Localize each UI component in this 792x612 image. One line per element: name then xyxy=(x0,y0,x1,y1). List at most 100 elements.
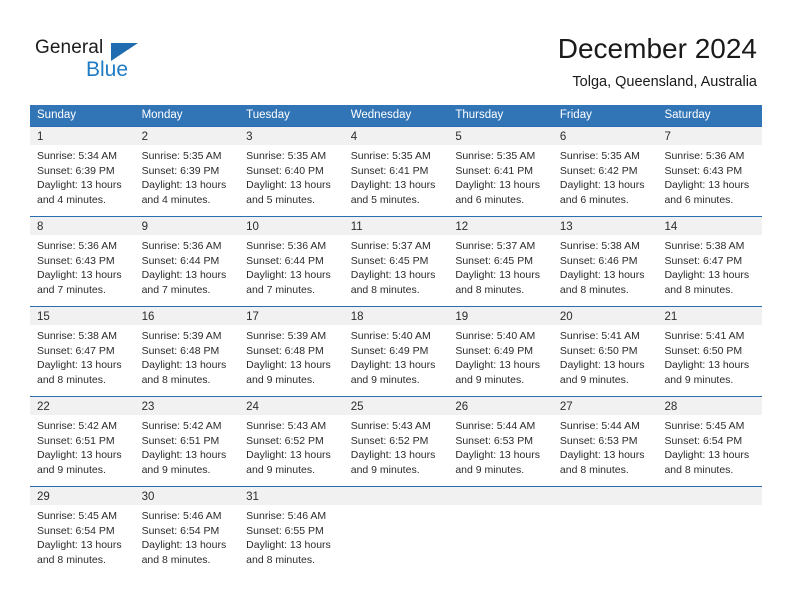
day-details: Sunrise: 5:40 AM Sunset: 6:49 PM Dayligh… xyxy=(344,325,449,387)
day-cell[interactable]: 15 Sunrise: 5:38 AM Sunset: 6:47 PM Dayl… xyxy=(30,306,135,396)
daylight-text-line1: Daylight: 13 hours xyxy=(455,179,540,192)
day-cell[interactable]: 4 Sunrise: 5:35 AM Sunset: 6:41 PM Dayli… xyxy=(343,126,449,216)
daylight-text-line1: Daylight: 13 hours xyxy=(37,359,122,372)
day-cell[interactable]: 26 Sunrise: 5:44 AM Sunset: 6:53 PM Dayl… xyxy=(448,396,553,486)
day-details: Sunrise: 5:41 AM Sunset: 6:50 PM Dayligh… xyxy=(657,325,762,387)
daylight-text-line1: Daylight: 13 hours xyxy=(455,359,540,372)
day-number-bar: 15 xyxy=(30,307,135,325)
sunrise-text: Sunrise: 5:38 AM xyxy=(37,330,117,342)
day-cell[interactable]: 6 Sunrise: 5:35 AM Sunset: 6:42 PM Dayli… xyxy=(552,126,658,216)
day-cell[interactable]: 31 Sunrise: 5:46 AM Sunset: 6:55 PM Dayl… xyxy=(239,486,344,576)
day-details: Sunrise: 5:36 AM Sunset: 6:44 PM Dayligh… xyxy=(239,235,344,297)
daylight-text-line1: Daylight: 13 hours xyxy=(664,179,750,192)
day-cell[interactable]: 19 Sunrise: 5:40 AM Sunset: 6:49 PM Dayl… xyxy=(448,306,553,396)
day-cell[interactable]: 3 Sunrise: 5:35 AM Sunset: 6:40 PM Dayli… xyxy=(239,126,344,216)
general-blue-logo[interactable]: General Blue xyxy=(35,37,175,83)
day-cell[interactable]: 1 Sunrise: 5:34 AM Sunset: 6:39 PM Dayli… xyxy=(30,126,135,216)
day-number: 31 xyxy=(246,491,259,503)
week-row: 15 Sunrise: 5:38 AM Sunset: 6:47 PM Dayl… xyxy=(30,306,763,396)
sunrise-text: Sunrise: 5:40 AM xyxy=(350,330,431,342)
day-number: 28 xyxy=(664,401,678,413)
daylight-text-line2: and 9 minutes. xyxy=(664,373,734,386)
day-cell[interactable]: 28 Sunrise: 5:45 AM Sunset: 6:54 PM Dayl… xyxy=(657,396,763,486)
sunrise-text: Sunrise: 5:36 AM xyxy=(141,240,222,252)
day-number-bar: 17 xyxy=(239,307,344,325)
day-cell[interactable]: 16 Sunrise: 5:39 AM Sunset: 6:48 PM Dayl… xyxy=(134,306,240,396)
title-block: December 2024 Tolga, Queensland, Austral… xyxy=(558,32,757,92)
daylight-text-line2: and 8 minutes. xyxy=(141,553,211,566)
sunrise-text: Sunrise: 5:41 AM xyxy=(559,330,640,342)
day-number-bar xyxy=(552,487,658,505)
day-details: Sunrise: 5:42 AM Sunset: 6:51 PM Dayligh… xyxy=(135,415,240,477)
day-cell[interactable]: 18 Sunrise: 5:40 AM Sunset: 6:49 PM Dayl… xyxy=(343,306,449,396)
daylight-text-line1: Daylight: 13 hours xyxy=(664,359,750,372)
daylight-text-line2: and 9 minutes. xyxy=(246,373,316,386)
daylight-text-line1: Daylight: 13 hours xyxy=(246,449,331,462)
daylight-text-line2: and 9 minutes. xyxy=(350,373,420,386)
daylight-text-line2: and 4 minutes. xyxy=(141,193,211,206)
sunrise-text: Sunrise: 5:38 AM xyxy=(664,240,745,252)
sunset-text: Sunset: 6:40 PM xyxy=(246,164,324,177)
day-details: Sunrise: 5:38 AM Sunset: 6:46 PM Dayligh… xyxy=(553,235,658,297)
sunset-text: Sunset: 6:48 PM xyxy=(141,344,220,357)
day-number: 20 xyxy=(559,311,573,323)
day-details: Sunrise: 5:45 AM Sunset: 6:54 PM Dayligh… xyxy=(30,505,135,567)
day-cell[interactable]: 10 Sunrise: 5:36 AM Sunset: 6:44 PM Dayl… xyxy=(239,216,344,306)
day-number: 18 xyxy=(350,311,364,323)
day-cell[interactable]: 24 Sunrise: 5:43 AM Sunset: 6:52 PM Dayl… xyxy=(239,396,344,486)
day-cell[interactable]: 25 Sunrise: 5:43 AM Sunset: 6:52 PM Dayl… xyxy=(343,396,449,486)
sunrise-text: Sunrise: 5:46 AM xyxy=(246,510,327,522)
sunset-text: Sunset: 6:47 PM xyxy=(664,254,743,267)
day-cell[interactable]: 7 Sunrise: 5:36 AM Sunset: 6:43 PM Dayli… xyxy=(657,126,763,216)
day-cell[interactable]: 20 Sunrise: 5:41 AM Sunset: 6:50 PM Dayl… xyxy=(552,306,658,396)
day-cell[interactable]: 29 Sunrise: 5:45 AM Sunset: 6:54 PM Dayl… xyxy=(30,486,135,576)
day-cell[interactable]: 5 Sunrise: 5:35 AM Sunset: 6:41 PM Dayli… xyxy=(448,126,553,216)
daylight-text-line2: and 8 minutes. xyxy=(559,283,629,296)
day-cell[interactable]: 30 Sunrise: 5:46 AM Sunset: 6:54 PM Dayl… xyxy=(134,486,240,576)
daylight-text-line2: and 8 minutes. xyxy=(141,373,211,386)
day-cell[interactable]: 11 Sunrise: 5:37 AM Sunset: 6:45 PM Dayl… xyxy=(343,216,449,306)
day-number: 14 xyxy=(664,221,678,233)
day-cell[interactable]: 13 Sunrise: 5:38 AM Sunset: 6:46 PM Dayl… xyxy=(552,216,658,306)
day-cell[interactable]: 8 Sunrise: 5:36 AM Sunset: 6:43 PM Dayli… xyxy=(30,216,135,306)
day-number: 11 xyxy=(350,221,363,233)
daylight-text-line2: and 5 minutes. xyxy=(246,193,316,206)
day-number-bar: 22 xyxy=(30,397,135,415)
day-number-bar xyxy=(657,487,763,505)
daylight-text-line2: and 7 minutes. xyxy=(246,283,316,296)
daylight-text-line1: Daylight: 13 hours xyxy=(350,179,436,192)
day-details: Sunrise: 5:44 AM Sunset: 6:53 PM Dayligh… xyxy=(448,415,553,477)
day-cell[interactable]: 21 Sunrise: 5:41 AM Sunset: 6:50 PM Dayl… xyxy=(657,306,763,396)
day-number-bar: 10 xyxy=(239,217,344,235)
day-number: 6 xyxy=(559,131,567,143)
day-details: Sunrise: 5:35 AM Sunset: 6:41 PM Dayligh… xyxy=(344,145,449,207)
day-cell[interactable]: 17 Sunrise: 5:39 AM Sunset: 6:48 PM Dayl… xyxy=(239,306,344,396)
day-number: 26 xyxy=(455,401,469,413)
sunrise-text: Sunrise: 5:45 AM xyxy=(664,420,745,432)
day-cell[interactable]: 14 Sunrise: 5:38 AM Sunset: 6:47 PM Dayl… xyxy=(657,216,763,306)
day-number-bar: 9 xyxy=(134,217,240,235)
day-cell[interactable]: 2 Sunrise: 5:35 AM Sunset: 6:39 PM Dayli… xyxy=(134,126,240,216)
daylight-text-line1: Daylight: 13 hours xyxy=(141,449,227,462)
day-number: 19 xyxy=(455,311,469,323)
sunset-text: Sunset: 6:50 PM xyxy=(559,344,638,357)
sunset-text: Sunset: 6:46 PM xyxy=(559,254,638,267)
day-details: Sunrise: 5:46 AM Sunset: 6:55 PM Dayligh… xyxy=(239,505,344,567)
day-number: 15 xyxy=(37,311,50,323)
day-cell[interactable]: 23 Sunrise: 5:42 AM Sunset: 6:51 PM Dayl… xyxy=(134,396,240,486)
day-details: Sunrise: 5:37 AM Sunset: 6:45 PM Dayligh… xyxy=(344,235,449,297)
day-number-bar: 25 xyxy=(343,397,449,415)
day-cell[interactable]: 12 Sunrise: 5:37 AM Sunset: 6:45 PM Dayl… xyxy=(448,216,553,306)
day-number: 25 xyxy=(350,401,364,413)
daylight-text-line2: and 6 minutes. xyxy=(664,193,734,206)
day-cell[interactable]: 22 Sunrise: 5:42 AM Sunset: 6:51 PM Dayl… xyxy=(30,396,135,486)
day-cell[interactable]: 9 Sunrise: 5:36 AM Sunset: 6:44 PM Dayli… xyxy=(134,216,240,306)
day-cell[interactable]: 27 Sunrise: 5:44 AM Sunset: 6:53 PM Dayl… xyxy=(552,396,658,486)
daylight-text-line2: and 8 minutes. xyxy=(246,553,316,566)
daylight-text-line1: Daylight: 13 hours xyxy=(559,359,645,372)
day-number: 17 xyxy=(246,311,259,323)
day-number-bar: 12 xyxy=(448,217,553,235)
sunrise-text: Sunrise: 5:44 AM xyxy=(559,420,640,432)
daylight-text-line2: and 8 minutes. xyxy=(350,283,420,296)
sunrise-text: Sunrise: 5:35 AM xyxy=(141,150,222,162)
